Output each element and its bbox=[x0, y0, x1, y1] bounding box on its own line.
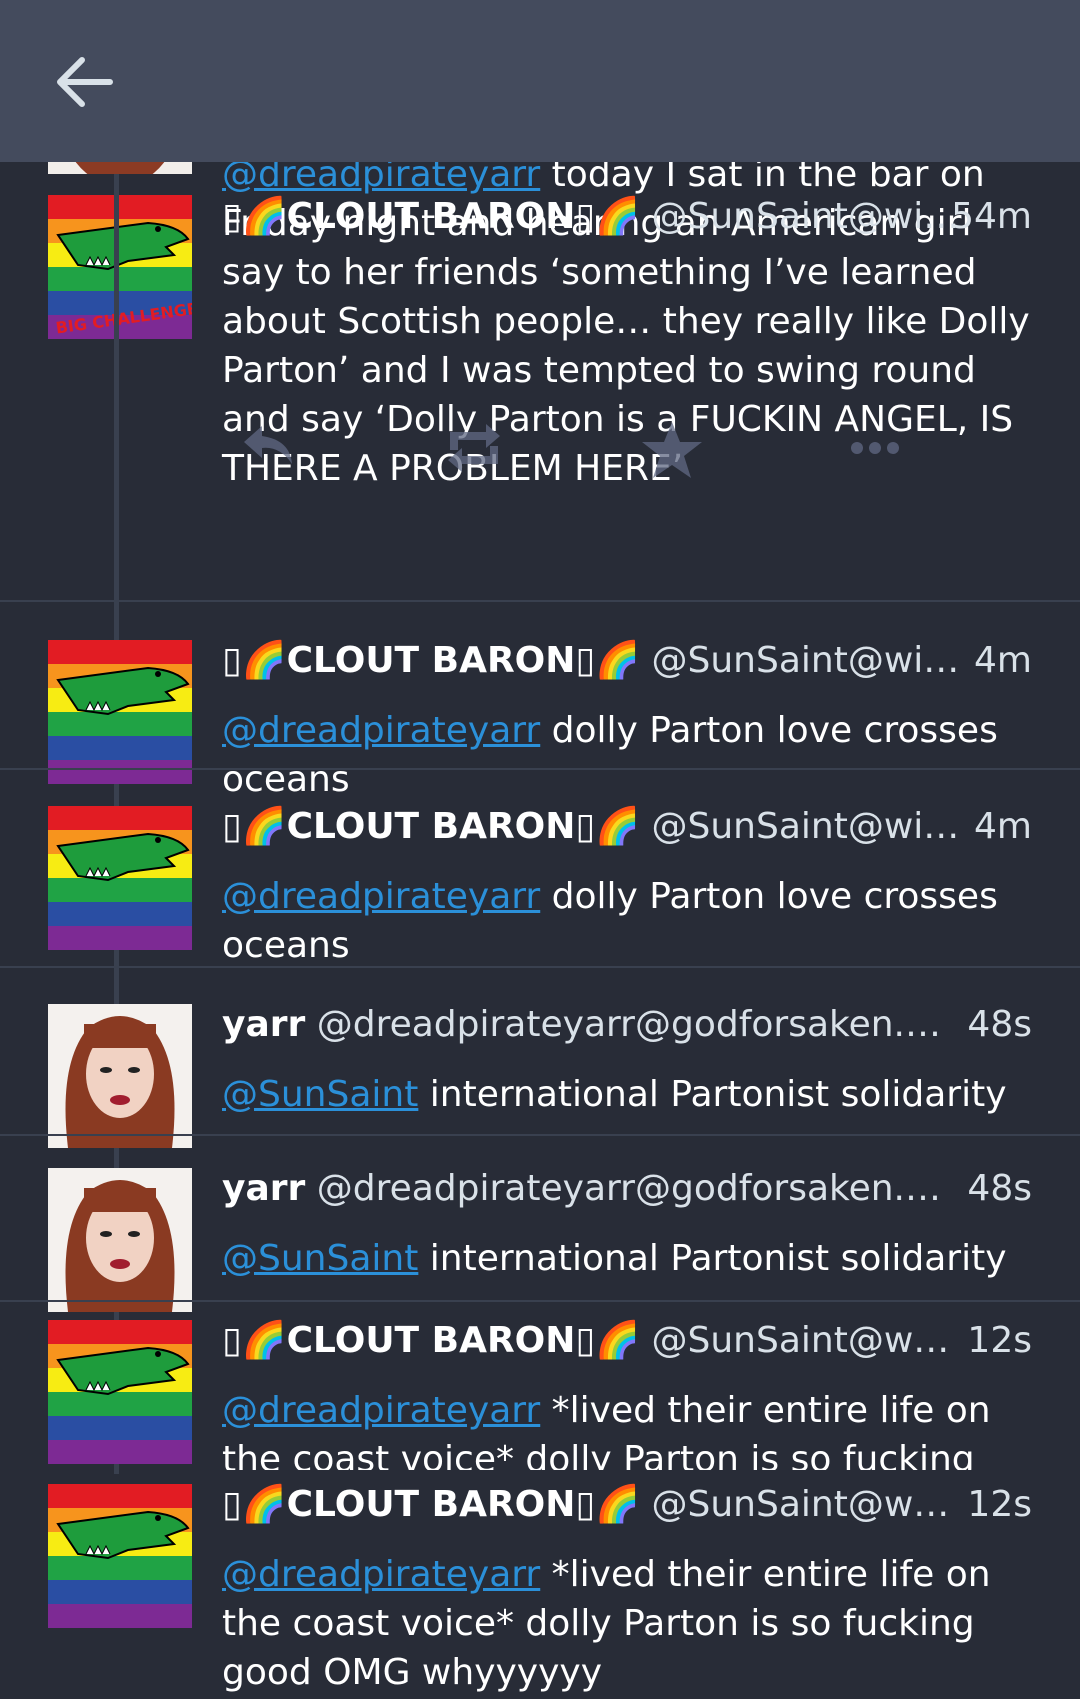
status-item[interactable]: ▯🌈CLOUT BARON▯🌈 @SunSaint@w… 12s @dreadp… bbox=[0, 1316, 1080, 1470]
avatar[interactable] bbox=[48, 1004, 192, 1148]
rainbow-alligator-avatar bbox=[48, 1484, 192, 1628]
rainbow-alligator-avatar bbox=[48, 806, 192, 950]
display-name[interactable]: yarr bbox=[222, 1168, 305, 1209]
mention-link[interactable]: @dreadpirateyarr bbox=[222, 710, 540, 751]
relative-time[interactable]: 54m bbox=[892, 194, 1032, 240]
status-item[interactable]: ▯🌈CLOUT BARON▯🌈 @SunSaint@wi… 4m @dreadp… bbox=[0, 620, 1080, 800]
status-content: @dreadpirateyarr dolly Parton love cross… bbox=[222, 872, 1032, 970]
status-content: @SunSaint international Partonist solida… bbox=[222, 1234, 1032, 1283]
rainbow-alligator-avatar: BIG CHALLENGE bbox=[48, 195, 192, 339]
woman-portrait-avatar bbox=[48, 1004, 192, 1148]
avatar[interactable]: BIG CHALLENGE bbox=[48, 195, 192, 339]
status-item[interactable]: ▯🌈CLOUT BARON▯🌈 @SunSaint@wi… 4m @dreadp… bbox=[0, 786, 1080, 968]
status-actions bbox=[222, 420, 1032, 480]
mention-link[interactable]: @dreadpirateyarr bbox=[222, 1554, 540, 1595]
more-icon[interactable] bbox=[850, 440, 900, 459]
favourite-icon[interactable] bbox=[640, 420, 704, 484]
status-content: @SunSaint international Partonist solida… bbox=[222, 1070, 1032, 1119]
mention-link[interactable]: @dreadpirateyarr bbox=[222, 1390, 540, 1431]
relative-time[interactable]: 12s bbox=[892, 1482, 1032, 1528]
account-handle[interactable]: @dreadpirateyarr@godforsaken.… bbox=[317, 1004, 941, 1045]
display-name[interactable]: yarr bbox=[222, 1004, 305, 1045]
rainbow-alligator-avatar bbox=[48, 640, 192, 784]
woman-portrait-avatar bbox=[48, 1168, 192, 1312]
status-item[interactable]: yarr @dreadpirateyarr@godforsaken.… 48s … bbox=[0, 986, 1080, 1148]
status-content: @dreadpirateyarr *lived their entire lif… bbox=[222, 1386, 1032, 1470]
avatar[interactable] bbox=[48, 1320, 192, 1464]
display-name[interactable]: ▯🌈CLOUT BARON▯🌈 bbox=[222, 806, 640, 847]
display-name[interactable]: ▯🌈CLOUT BARON▯🌈 bbox=[222, 640, 640, 681]
display-name[interactable]: ▯🌈CLOUT BARON▯🌈 bbox=[222, 1484, 640, 1525]
status-text: international Partonist solidarity bbox=[418, 1238, 1007, 1279]
arrow-left-icon[interactable] bbox=[52, 50, 116, 114]
account-handle[interactable]: @dreadpirateyarr@godforsaken.… bbox=[317, 1168, 941, 1209]
avatar[interactable] bbox=[48, 806, 192, 950]
avatar[interactable] bbox=[48, 640, 192, 784]
avatar[interactable] bbox=[48, 1168, 192, 1312]
boost-icon[interactable] bbox=[442, 420, 506, 480]
status-text: international Partonist solidarity bbox=[418, 1074, 1007, 1115]
display-name[interactable]: ▯🌈CLOUT BARON▯🌈 bbox=[222, 1320, 640, 1361]
top-navigation-bar bbox=[0, 0, 1080, 162]
relative-time[interactable]: 12s bbox=[892, 1318, 1032, 1364]
avatar[interactable] bbox=[48, 1484, 192, 1628]
mention-link[interactable]: @SunSaint bbox=[222, 1238, 418, 1279]
relative-time[interactable]: 4m bbox=[892, 804, 1032, 850]
relative-time[interactable]: 4m bbox=[892, 638, 1032, 684]
mention-link[interactable]: @dreadpirateyarr bbox=[222, 876, 540, 917]
reply-icon[interactable] bbox=[240, 420, 296, 474]
status-item[interactable]: ▯🌈CLOUT BARON▯🌈 @SunSaint@w… 12s @dreadp… bbox=[0, 1480, 1080, 1699]
display-name[interactable]: ▯🌈CLOUT BARON▯🌈 bbox=[222, 196, 640, 237]
relative-time[interactable]: 48s bbox=[892, 1002, 1032, 1048]
status-content: @dreadpirateyarr *lived their entire lif… bbox=[222, 1550, 1032, 1697]
status-item[interactable]: yarr @dreadpirateyarr@godforsaken.… 48s … bbox=[0, 1150, 1080, 1312]
rainbow-alligator-avatar bbox=[48, 1320, 192, 1464]
timeline: BIG CHALLENGE @dreadpirateyarr today I s… bbox=[0, 0, 1080, 1699]
relative-time[interactable]: 48s bbox=[892, 1166, 1032, 1212]
mention-link[interactable]: @SunSaint bbox=[222, 1074, 418, 1115]
